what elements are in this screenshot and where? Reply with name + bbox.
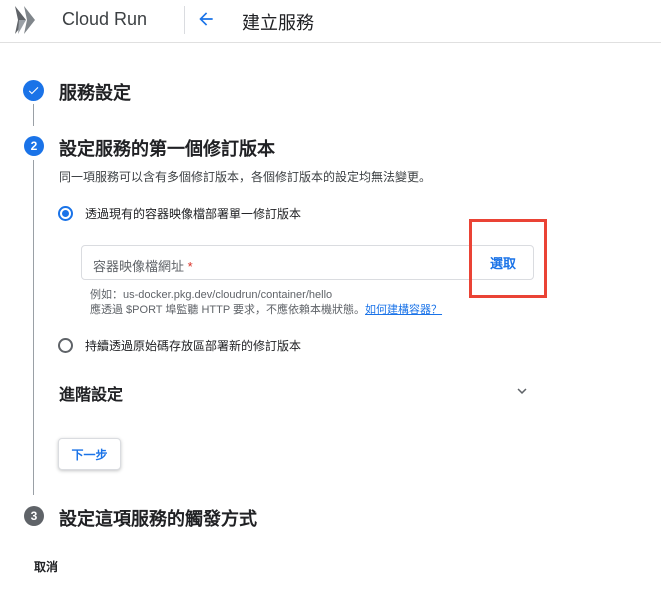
step-2-title: 設定服務的第一個修訂版本 (59, 139, 275, 159)
advanced-settings-toggle[interactable]: 進階設定 (59, 379, 533, 405)
container-image-url-field[interactable]: 容器映像檔網址 * (81, 245, 534, 280)
header-divider (184, 6, 185, 34)
step-2-indicator: 2 (24, 136, 44, 156)
cloud-run-logo[interactable] (14, 5, 46, 35)
radio-existing-label: 透過現有的容器映像檔部署單一修訂版本 (85, 207, 302, 221)
advanced-settings-label: 進階設定 (59, 387, 124, 404)
port-hint-text: 應透過 $PORT 埠監聽 HTTP 要求，不應依賴本機狀態。 (90, 304, 366, 316)
radio-source-repo[interactable]: 持續透過原始碼存放區部署新的修訂版本 (58, 337, 301, 354)
revision-description: 同一項服務可以含有多個修訂版本，各個修訂版本的設定均無法變更。 (59, 170, 432, 184)
radio-button-unchecked[interactable] (58, 338, 73, 353)
app-title[interactable]: Cloud Run (62, 9, 147, 30)
port-hint: 應透過 $PORT 埠監聽 HTTP 要求，不應依賴本機狀態。如何建構容器？ (90, 301, 442, 317)
radio-source-label: 持續透過原始碼存放區部署新的修訂版本 (85, 339, 302, 353)
url-placeholder-text: 容器映像檔網址 (93, 259, 185, 274)
next-button[interactable]: 下一步 (58, 438, 121, 470)
step-3-title[interactable]: 設定這項服務的觸發方式 (59, 505, 257, 531)
page-title: 建立服務 (242, 13, 314, 33)
step-3-indicator: 3 (24, 506, 44, 526)
required-mark: * (187, 259, 193, 274)
cancel-button[interactable]: 取消 (34, 558, 58, 575)
stepper-rail (33, 160, 34, 495)
arrow-back-icon (199, 12, 213, 26)
back-button[interactable] (194, 7, 218, 31)
step-complete-indicator (23, 80, 44, 101)
how-to-build-container-link[interactable]: 如何建構容器？ (365, 304, 442, 316)
radio-button-checked[interactable] (58, 206, 73, 221)
radio-existing-image[interactable]: 透過現有的容器映像檔部署單一修訂版本 (58, 205, 301, 222)
check-icon (28, 87, 39, 95)
chevron-down-icon (517, 388, 527, 394)
highlight-annotation-box (469, 219, 547, 298)
stepper-rail (33, 104, 34, 126)
url-field-placeholder: 容器映像檔網址 * (93, 256, 193, 275)
header-border (0, 42, 661, 43)
step-1-title[interactable]: 服務設定 (59, 79, 131, 105)
image-url-example: 例如：us-docker.pkg.dev/cloudrun/container/… (90, 289, 333, 301)
app-header: Cloud Run 建立服務 (0, 0, 661, 42)
